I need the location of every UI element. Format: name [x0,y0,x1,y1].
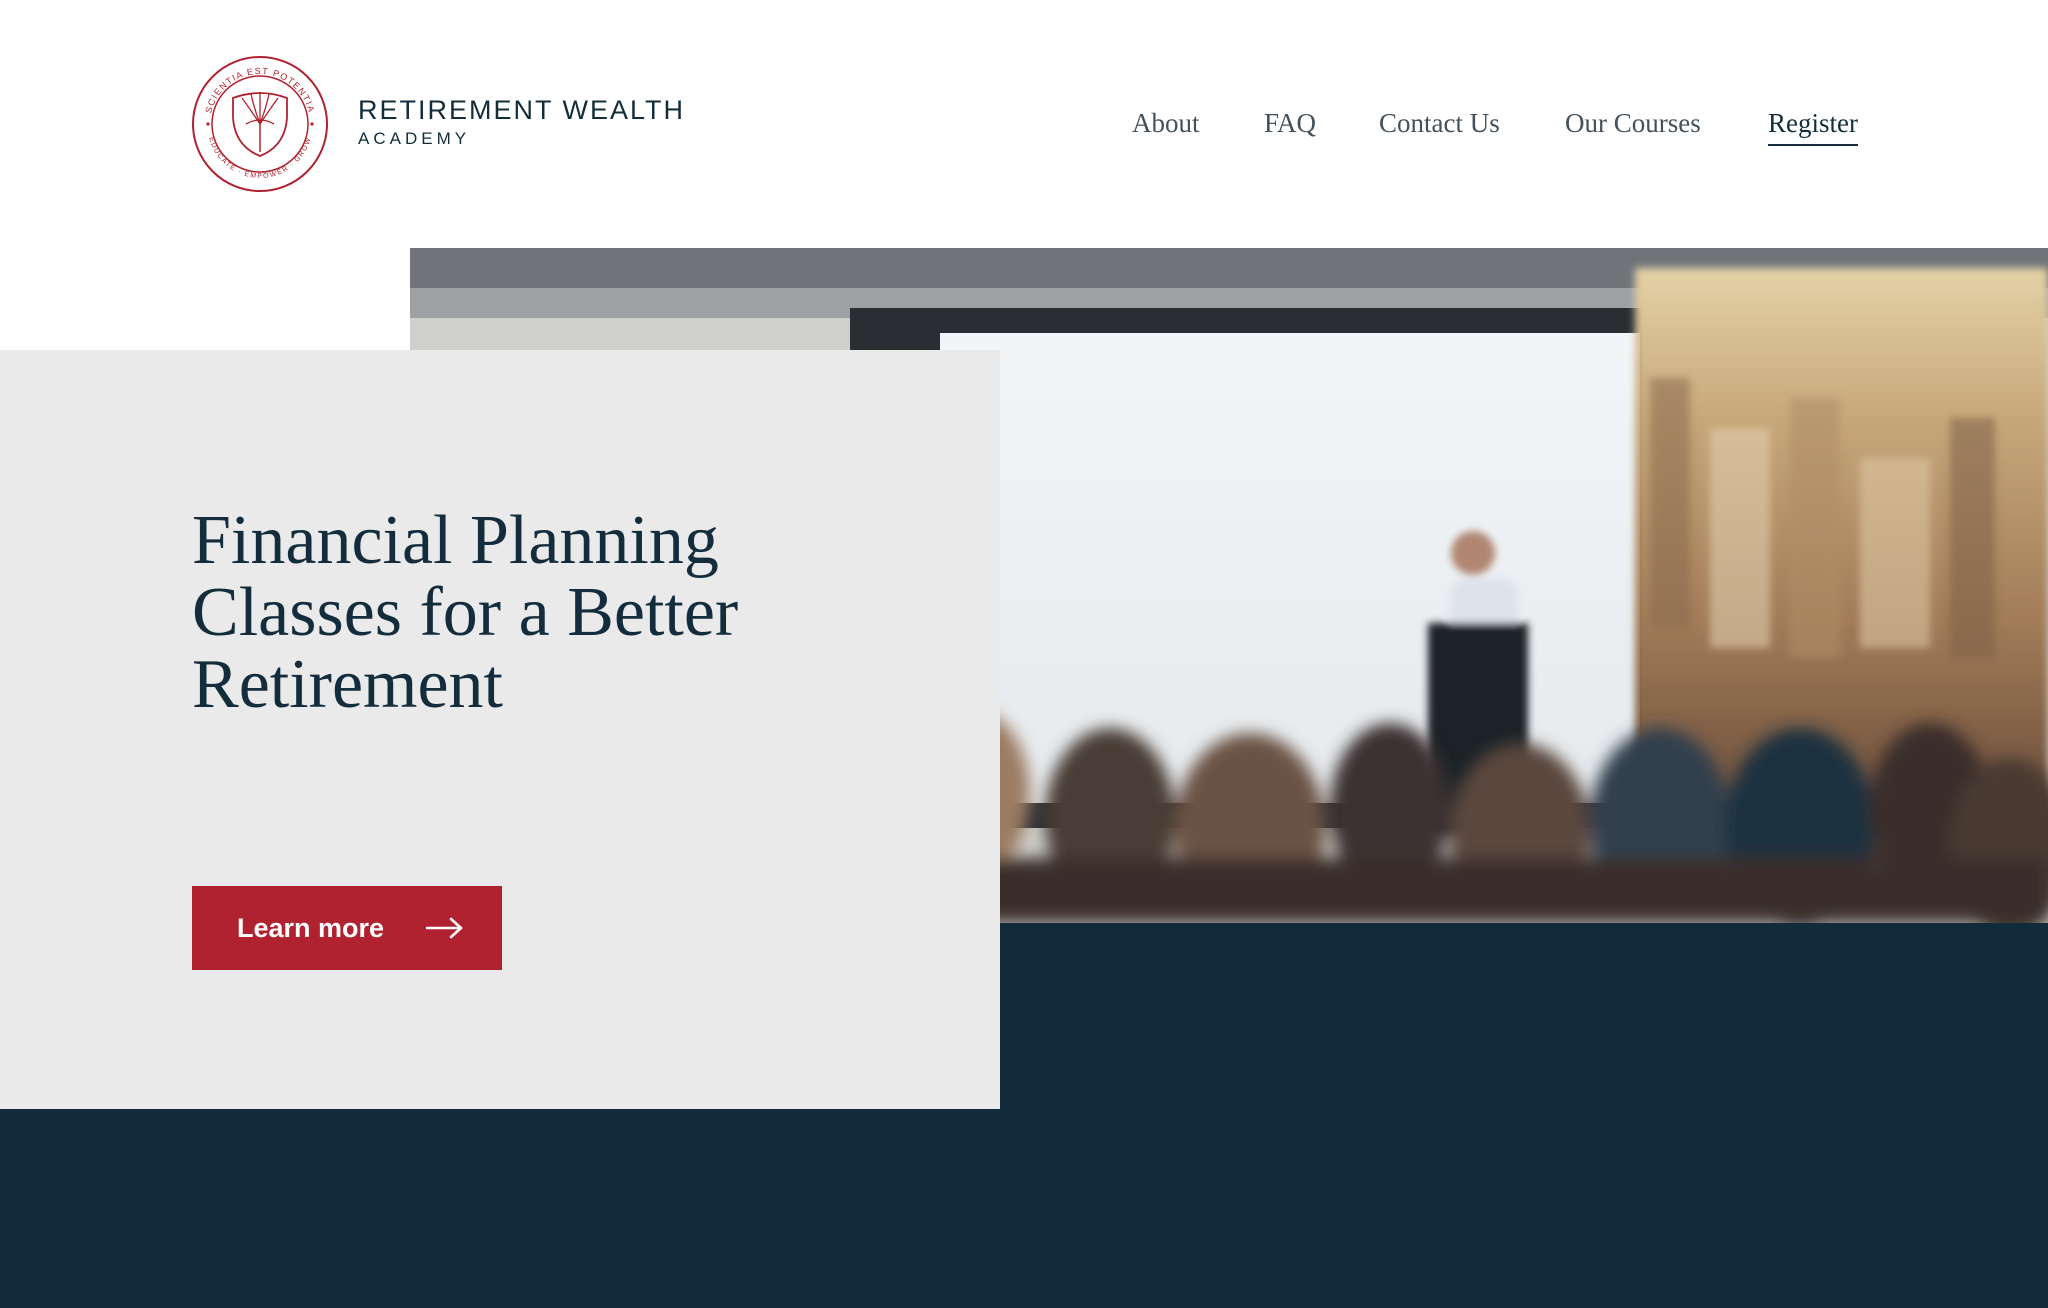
nav-faq[interactable]: FAQ [1264,106,1316,140]
arrow-right-icon [426,917,464,939]
hero-card [0,350,1000,1109]
nav-register[interactable]: Register [1768,106,1858,146]
learn-more-button[interactable]: Learn more [192,886,502,970]
hero-title: Financial Planning Classes for a Better … [192,502,739,723]
nav-contact-us[interactable]: Contact Us [1379,106,1500,140]
learn-more-label: Learn more [237,912,385,943]
nav-about[interactable]: About [1132,106,1200,140]
nav-our-courses[interactable]: Our Courses [1565,106,1701,140]
main-nav: About FAQ Contact Us Our Courses Registe… [0,106,2048,146]
